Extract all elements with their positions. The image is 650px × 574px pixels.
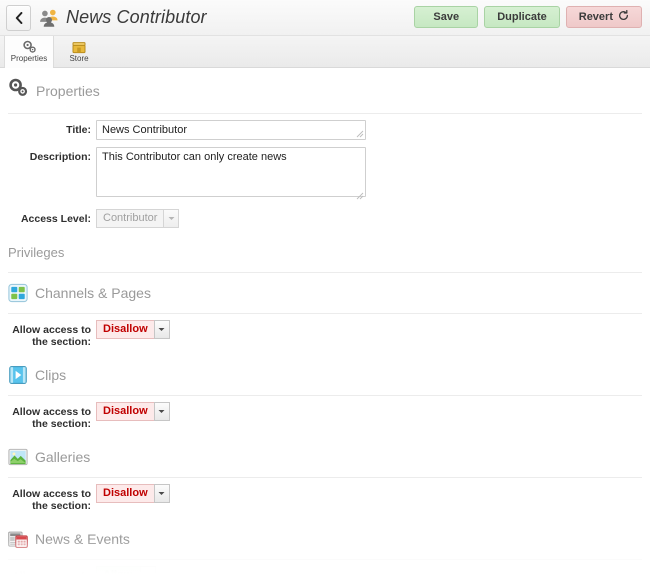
privilege-select-value: Allow <box>96 566 140 574</box>
galleries-rows: Allow access to the section: Disallow <box>0 478 650 512</box>
privilege-select[interactable]: Allow <box>96 566 156 574</box>
newspaper-calendar-icon <box>8 529 28 549</box>
tab-store-label: Store <box>69 54 89 63</box>
save-button-label: Save <box>433 10 460 23</box>
privilege-section-galleries: Galleries Allow access to the section: Dis… <box>0 437 650 512</box>
privilege-row-label: Allow access to the section: <box>12 488 91 513</box>
toolbar-actions: Save Duplicate Revert <box>414 6 642 28</box>
title-bar: News Contributor Save Duplicate Revert <box>0 0 650 36</box>
clips-rows: Allow access to the section: Disallow <box>0 396 650 430</box>
galleries-heading-row: Galleries <box>0 437 650 469</box>
application-window: News Contributor Save Duplicate Revert P… <box>0 0 650 574</box>
gears-icon <box>22 40 37 54</box>
grid-squares-icon <box>8 283 28 303</box>
news-and-events-rows: Allow access to the section:AllowCreate:… <box>0 560 650 574</box>
revert-button-label: Revert <box>578 10 613 23</box>
tab-properties-label: Properties <box>10 54 48 63</box>
chevron-down-icon[interactable] <box>153 320 170 339</box>
privilege-select-value: Disallow <box>96 320 154 339</box>
gears-icon <box>8 78 29 103</box>
privilege-select-value: Disallow <box>96 402 154 422</box>
title-row: Title: <box>0 120 650 140</box>
news-and-events-heading-row: News & Events <box>0 519 650 551</box>
title-label: Title: <box>66 124 91 136</box>
channels-and-pages-heading-row: Channels & Pages <box>0 273 650 305</box>
privilege-row: Allow access to the section:Allow <box>0 566 650 574</box>
galleries-heading: Galleries <box>35 449 91 466</box>
page-title: News Contributor <box>66 7 207 27</box>
privilege-row: Allow access to the section: Disallow <box>0 484 650 512</box>
description-input-wrap <box>96 147 366 202</box>
revert-button[interactable]: Revert <box>565 6 642 28</box>
description-label: Description: <box>29 151 91 163</box>
refresh-icon <box>618 9 629 24</box>
users-group-icon <box>39 8 59 28</box>
title-input[interactable] <box>96 120 366 140</box>
privilege-row-label: Allow access to the section: <box>0 566 96 574</box>
privilege-section-news-and-events: News & Events Allow access to the section… <box>0 519 650 574</box>
tab-bar: Properties Store <box>0 36 650 68</box>
privilege-sections: Channels & Pages Allow access to the sect… <box>0 273 650 574</box>
chevron-down-icon[interactable] <box>153 402 170 422</box>
privilege-section-clips: Clips Allow access to the section: Disallo… <box>0 355 650 430</box>
clips-heading: Clips <box>35 367 67 384</box>
content-area: Properties Title: Description: <box>0 68 650 574</box>
privilege-select[interactable]: Disallow <box>96 320 170 339</box>
properties-heading-row: Properties <box>0 68 650 105</box>
back-button[interactable] <box>6 4 31 31</box>
channels-and-pages-rows: Allow access to the section: Disallow <box>0 314 650 348</box>
tab-store[interactable]: Store <box>54 36 104 67</box>
chevron-down-icon[interactable] <box>140 566 156 574</box>
duplicate-button-label: Duplicate <box>497 10 547 23</box>
chevron-left-icon <box>15 11 23 24</box>
privilege-row-label: Allow access to the section: <box>12 324 91 349</box>
tab-properties[interactable]: Properties <box>4 36 54 68</box>
duplicate-button[interactable]: Duplicate <box>484 6 560 28</box>
access-level-label: Access Level: <box>20 213 91 225</box>
access-level-row: Access Level: Contributor <box>0 209 650 228</box>
description-textarea[interactable] <box>96 147 366 197</box>
title-input-wrap <box>96 120 366 140</box>
privilege-row: Allow access to the section: Disallow <box>0 320 650 348</box>
chevron-down-icon[interactable] <box>163 209 180 228</box>
description-row: Description: <box>0 147 650 202</box>
privileges-heading: Privileges <box>8 245 65 260</box>
privilege-row: Allow access to the section: Disallow <box>0 402 650 430</box>
news-and-events-heading: News & Events <box>35 531 130 548</box>
channels-and-pages-heading: Channels & Pages <box>35 285 151 301</box>
properties-form: Title: Description: Access <box>0 114 650 228</box>
clips-heading-row: Clips <box>0 355 650 387</box>
privilege-section-channels-and-pages: Channels & Pages Allow access to the sect… <box>0 273 650 348</box>
privilege-select-value: Disallow <box>96 484 154 504</box>
picture-icon <box>8 447 28 467</box>
film-play-icon <box>8 365 28 385</box>
save-button[interactable]: Save <box>414 6 479 28</box>
privilege-select[interactable]: Disallow <box>96 402 170 422</box>
page-title-group: News Contributor <box>39 7 207 28</box>
access-level-value: Contributor <box>96 209 164 228</box>
chevron-down-icon[interactable] <box>153 484 170 504</box>
properties-heading: Properties <box>36 82 100 99</box>
privilege-select[interactable]: Disallow <box>96 484 170 504</box>
access-level-select[interactable]: Contributor <box>96 209 180 228</box>
store-icon <box>72 40 86 54</box>
privilege-row-label: Allow access to the section: <box>12 406 91 431</box>
